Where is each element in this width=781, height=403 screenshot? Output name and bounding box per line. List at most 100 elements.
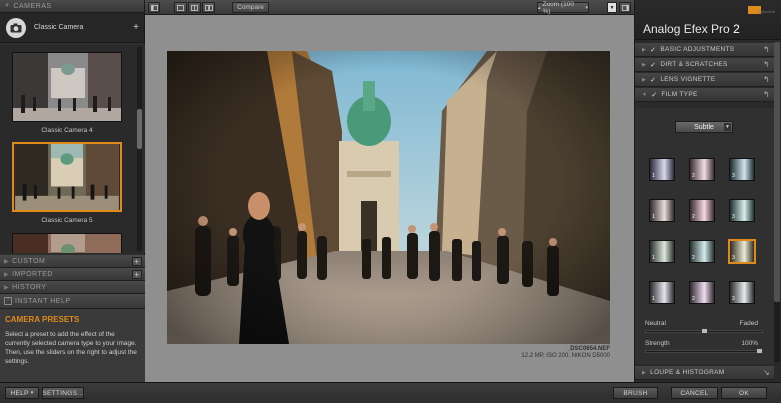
film-swatch[interactable]: 3 bbox=[729, 199, 755, 222]
camera-glyph-icon bbox=[10, 23, 22, 32]
film-swatch[interactable]: 2 bbox=[689, 281, 715, 304]
reset-icon[interactable]: ↰ bbox=[763, 90, 770, 99]
expand-triangle-icon: ▶ bbox=[4, 284, 10, 291]
compare-button[interactable]: Compare bbox=[232, 2, 269, 13]
film-swatch[interactable]: 2 bbox=[689, 158, 715, 181]
reset-icon[interactable]: ↰ bbox=[763, 60, 770, 69]
camera-selector[interactable]: Classic Camera + bbox=[0, 13, 144, 43]
filter-film-type[interactable]: ▼ ✓ FILM TYPE ↰ bbox=[635, 88, 774, 102]
preset-thumbnail[interactable] bbox=[12, 52, 122, 122]
film-strength-dropdown[interactable]: Subtle ▼ bbox=[675, 121, 733, 133]
swatch-number: 3 bbox=[732, 255, 735, 261]
film-swatch[interactable]: 3 bbox=[729, 281, 755, 304]
reset-icon[interactable]: ↰ bbox=[763, 75, 770, 84]
zoom-dropdown[interactable]: ▴ Zoom (100 %) ▾ bbox=[537, 0, 589, 15]
single-view-button[interactable] bbox=[174, 2, 187, 13]
preset-preview-image bbox=[15, 144, 119, 210]
strength-value: 100% bbox=[741, 340, 758, 347]
preview-canvas[interactable]: _DSC0654.NEF 12.2 MP, ISO 200, NIKON D50… bbox=[145, 15, 634, 382]
filter-basic-adjustments[interactable]: ▶ ✓ BASIC ADJUSTMENTS ↰ bbox=[635, 43, 774, 57]
swatch-number: 1 bbox=[652, 214, 655, 220]
add-preset-icon[interactable]: + bbox=[133, 22, 139, 33]
enable-checkbox-icon[interactable]: ✓ bbox=[651, 91, 657, 99]
strength-label: Strength bbox=[645, 340, 670, 347]
swatch-number: 3 bbox=[732, 214, 735, 220]
loupe-histogram-section[interactable]: ▶ LOUPE & HISTOGRAM ↘ bbox=[635, 366, 774, 380]
neutral-label: Neutral bbox=[645, 320, 666, 327]
preset-preview-image bbox=[13, 53, 121, 121]
add-icon[interactable]: + bbox=[132, 257, 142, 266]
neutral-faded-slider-knob[interactable] bbox=[700, 328, 708, 334]
film-swatch[interactable]: 1 bbox=[649, 240, 675, 263]
enable-checkbox-icon[interactable]: ✓ bbox=[650, 76, 656, 84]
section-history-label: HISTORY bbox=[12, 283, 47, 291]
app-version: 2 bbox=[733, 22, 740, 36]
section-imported[interactable]: ▶ IMPORTED + bbox=[0, 268, 145, 281]
reset-icon[interactable]: ↰ bbox=[763, 45, 770, 54]
toggle-left-panel-button[interactable] bbox=[148, 2, 160, 13]
filter-lens-vignette[interactable]: ▶ ✓ LENS VIGNETTE ↰ bbox=[635, 73, 774, 87]
add-icon[interactable]: + bbox=[132, 270, 142, 279]
swatch-number: 1 bbox=[652, 296, 655, 302]
app-header: Collection Analog Efex Pro 2 bbox=[635, 0, 781, 40]
section-history[interactable]: ▶ HISTORY bbox=[0, 281, 145, 294]
film-swatch[interactable]: 2 bbox=[689, 199, 715, 222]
preview-photo[interactable] bbox=[167, 51, 610, 344]
section-imported-label: IMPORTED bbox=[12, 270, 53, 278]
film-swatch[interactable]: 1 bbox=[649, 199, 675, 222]
right-panel-scrollbar[interactable] bbox=[774, 42, 780, 362]
cameras-header[interactable]: ▼ CAMERAS bbox=[0, 0, 144, 13]
ok-button[interactable]: OK bbox=[721, 387, 767, 399]
side-by-side-view-button[interactable] bbox=[202, 2, 215, 13]
help-button-label: HELP bbox=[10, 389, 29, 397]
preset-label: Classic Camera 4 bbox=[41, 127, 93, 134]
swatch-number: 1 bbox=[652, 173, 655, 179]
film-swatch[interactable]: 3 bbox=[729, 158, 755, 181]
preset-thumbnail-selected[interactable] bbox=[12, 142, 122, 212]
help-text: Select a preset to add the effect of the… bbox=[5, 331, 137, 365]
section-instant-help[interactable]: ? INSTANT HELP bbox=[0, 294, 145, 309]
single-view-icon bbox=[177, 4, 184, 11]
instant-help-panel: CAMERA PRESETS Select a preset to add th… bbox=[0, 309, 145, 382]
app-title: Analog Efex Pro 2 bbox=[643, 22, 740, 36]
enable-checkbox-icon[interactable]: ✓ bbox=[650, 61, 656, 69]
scrollbar-thumb[interactable] bbox=[774, 42, 780, 302]
chevron-down-icon: ▼ bbox=[609, 4, 615, 11]
help-button[interactable]: HELP ▾ bbox=[5, 387, 39, 399]
chevron-down-icon: ▼ bbox=[724, 123, 731, 131]
zoom-label: Zoom (100 %) bbox=[542, 0, 574, 15]
enable-checkbox-icon[interactable]: ✓ bbox=[650, 46, 656, 54]
preset-preview-image bbox=[13, 234, 121, 253]
swatch-number: 1 bbox=[652, 255, 655, 261]
filter-label: BASIC ADJUSTMENTS bbox=[660, 46, 735, 53]
left-panel: ▼ CAMERAS Classic Camera + Classic Camer… bbox=[0, 0, 145, 382]
thumbnail-scrollbar[interactable] bbox=[137, 47, 142, 251]
scrollbar-thumb[interactable] bbox=[137, 109, 142, 149]
preset-thumbnail[interactable] bbox=[12, 233, 122, 253]
preset-thumbnails: Classic Camera 4 Classic Camera 5 bbox=[0, 45, 145, 253]
split-view-button[interactable] bbox=[188, 2, 201, 13]
photo-metadata: 12.2 MP, ISO 200, NIKON D5000 bbox=[521, 353, 610, 359]
pin-icon[interactable]: ↘ bbox=[763, 368, 770, 377]
cancel-button[interactable]: CANCEL bbox=[671, 387, 718, 399]
strength-slider[interactable] bbox=[645, 350, 763, 353]
film-swatch[interactable]: 3 bbox=[728, 239, 756, 264]
toggle-right-panel-button[interactable] bbox=[619, 2, 631, 13]
background-color-button[interactable]: ▼ bbox=[607, 2, 617, 13]
swatch-number: 2 bbox=[692, 296, 695, 302]
film-swatch[interactable]: 2 bbox=[689, 240, 715, 263]
filter-dirt-scratches[interactable]: ▶ ✓ DIRT & SCRATCHES ↰ bbox=[635, 58, 774, 72]
brush-button[interactable]: BRUSH bbox=[613, 387, 658, 399]
section-custom-label: CUSTOM bbox=[12, 257, 46, 265]
section-custom[interactable]: ▶ CUSTOM + bbox=[0, 255, 145, 268]
strength-slider-knob[interactable] bbox=[756, 348, 763, 354]
faded-label: Faded bbox=[739, 320, 758, 327]
expand-triangle-icon: ▶ bbox=[642, 76, 647, 83]
film-swatch[interactable]: 1 bbox=[649, 158, 675, 181]
question-icon: ? bbox=[4, 297, 12, 305]
brand-sub-label: Collection bbox=[757, 9, 775, 14]
filter-label: DIRT & SCRATCHES bbox=[660, 61, 728, 68]
film-swatch[interactable]: 1 bbox=[649, 281, 675, 304]
settings-button[interactable]: SETTINGS... bbox=[42, 387, 84, 399]
right-panel: Collection Analog Efex Pro 2 ▶ ✓ BASIC A… bbox=[634, 0, 781, 382]
